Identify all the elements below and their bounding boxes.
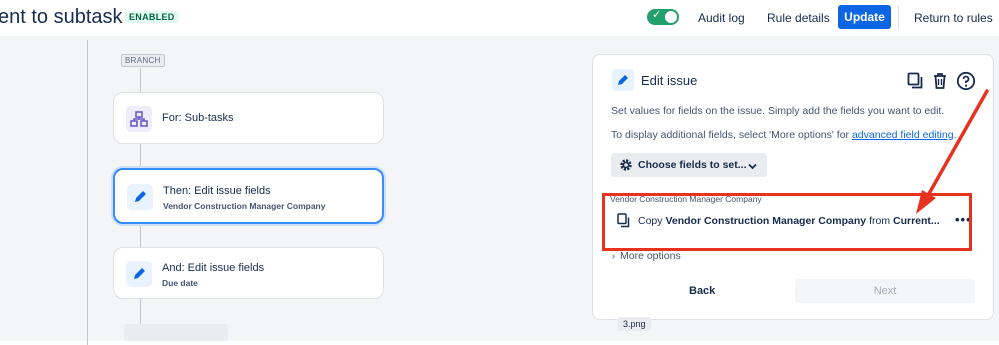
annotation-arrow (916, 89, 989, 214)
file-name-tag: 3.png (618, 317, 651, 331)
